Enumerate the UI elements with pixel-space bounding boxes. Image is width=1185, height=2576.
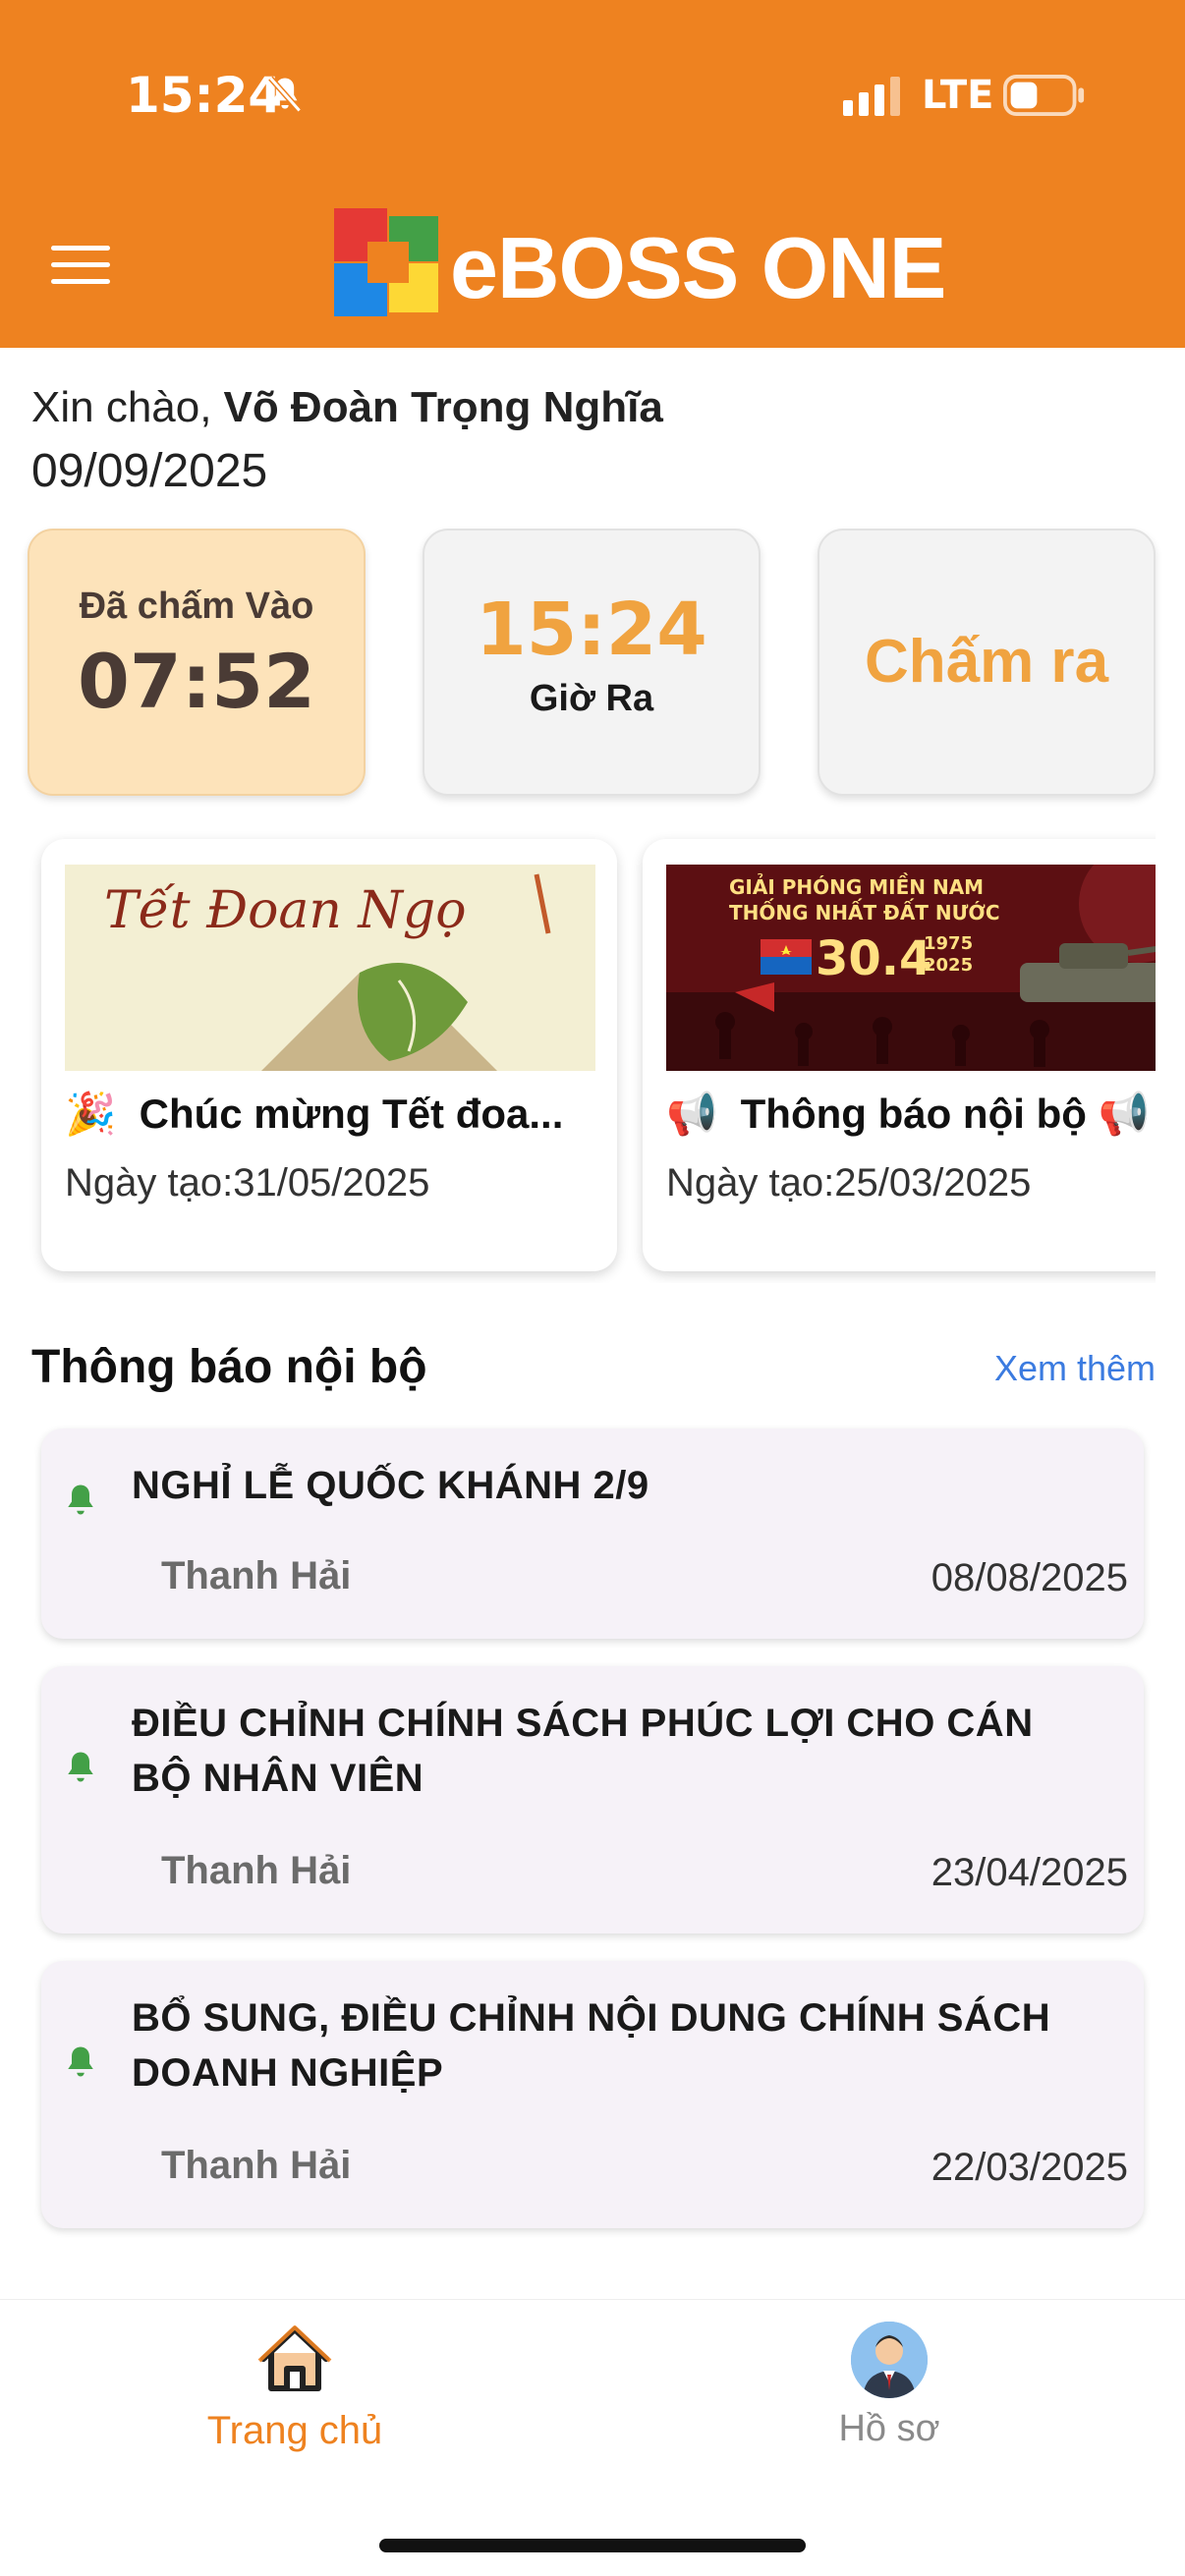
checkout-time-label: Giờ Ra: [529, 678, 654, 719]
checked-in-card: Đã chấm Vào 07:52: [28, 529, 366, 796]
notice-date: 23/04/2025: [931, 1851, 1128, 1894]
nav-profile[interactable]: Hồ sơ: [776, 2320, 1002, 2477]
news-card[interactable]: Tết Đoan Ngọ 🎉 Chúc mừng Tết đoa... Ngày…: [41, 839, 617, 1271]
app-header: 15:24 LTE eBOSS ONE: [0, 0, 1185, 348]
status-time: 15:24: [126, 67, 283, 124]
news-image: GIẢI PHÓNG MIỀN NAM THỐNG NHẤT ĐẤT NƯỚC …: [666, 865, 1156, 1071]
battery-icon: [1003, 75, 1085, 116]
news-image: Tết Đoan Ngọ: [65, 865, 595, 1071]
notice-item[interactable]: BỔ SUNG, ĐIỀU CHỈNH NỘI DUNG CHÍNH SÁCH …: [41, 1961, 1144, 2228]
party-icon: 🎉: [65, 1091, 117, 1137]
checked-in-label: Đã chấm Vào: [79, 586, 314, 627]
svg-text:2025: 2025: [924, 955, 973, 976]
network-label: LTE: [922, 73, 994, 118]
news-title-text: Chúc mừng Tết đoa...: [139, 1091, 564, 1137]
news-carousel[interactable]: Tết Đoan Ngọ 🎉 Chúc mừng Tết đoa... Ngày…: [0, 831, 1156, 1283]
notice-item[interactable]: ĐIỀU CHỈNH CHÍNH SÁCH PHÚC LỢI CHO CÁN B…: [41, 1666, 1144, 1933]
hamburger-line: [51, 279, 110, 284]
svg-text:GIẢI PHÓNG MIỀN NAM: GIẢI PHÓNG MIỀN NAM: [729, 873, 984, 899]
news-card[interactable]: GIẢI PHÓNG MIỀN NAM THỐNG NHẤT ĐẤT NƯỚC …: [643, 839, 1156, 1271]
home-icon: [257, 2325, 332, 2391]
nav-home-label: Trang chủ: [206, 2409, 383, 2452]
checkout-label: Chấm ra: [864, 628, 1109, 696]
app-logo-icon: [334, 208, 438, 316]
avatar: [851, 2322, 928, 2398]
notice-author: Thanh Hải: [161, 1554, 352, 1597]
svg-text:THỐNG NHẤT ĐẤT NƯỚC: THỐNG NHẤT ĐẤT NƯỚC: [729, 899, 1000, 924]
svg-text:30.4: 30.4: [816, 931, 931, 986]
notice-date: 22/03/2025: [931, 2146, 1128, 2189]
see-more-link[interactable]: Xem thêm: [994, 1348, 1156, 1389]
nav-profile-label: Hồ sơ: [838, 2408, 940, 2449]
user-avatar-icon: [851, 2322, 928, 2398]
notice-author: Thanh Hải: [161, 1849, 352, 1892]
menu-button[interactable]: [51, 246, 110, 289]
current-time-card: 15:24 Giờ Ra: [423, 529, 761, 796]
checked-in-time: 07:52: [78, 638, 315, 725]
bell-slash-icon: [268, 76, 302, 113]
notice-date: 08/08/2025: [931, 1556, 1128, 1599]
greeting: Xin chào, Võ Đoàn Trọng Nghĩa: [31, 383, 663, 432]
hamburger-line: [51, 262, 110, 267]
nav-home[interactable]: Trang chủ: [167, 2320, 423, 2477]
user-name: Võ Đoàn Trọng Nghĩa: [223, 383, 663, 431]
bell-icon: [68, 1484, 93, 1515]
news-date: Ngày tạo:25/03/2025: [666, 1161, 1032, 1204]
current-date: 09/09/2025: [31, 445, 268, 497]
app-title: eBOSS ONE: [450, 219, 946, 316]
checkout-button[interactable]: Chấm ra: [818, 529, 1156, 796]
megaphone-icon: 📢: [666, 1091, 718, 1137]
svg-text:Tết Đoan Ngọ: Tết Đoan Ngọ: [104, 881, 467, 940]
current-time: 15:24: [476, 588, 707, 672]
notice-title: ĐIỀU CHỈNH CHÍNH SÁCH PHÚC LỢI CHO CÁN B…: [132, 1702, 1034, 1800]
notice-item[interactable]: NGHỈ LỄ QUỐC KHÁNH 2/9 Thanh Hải 08/08/2…: [41, 1428, 1144, 1639]
news-title-text: Thông báo nội bộ 📢: [740, 1091, 1150, 1137]
notice-title: NGHỈ LỄ QUỐC KHÁNH 2/9: [132, 1464, 649, 1507]
bell-icon: [68, 1752, 93, 1782]
bottom-navigation: Trang chủ Hồ sơ: [0, 2299, 1185, 2576]
bell-icon: [68, 2046, 93, 2077]
section-title: Thông báo nội bộ: [31, 1341, 427, 1393]
news-date: Ngày tạo:31/05/2025: [65, 1161, 430, 1204]
hamburger-icon: [51, 246, 110, 251]
greeting-label: Xin chào,: [31, 383, 212, 431]
signal-icon: [843, 77, 900, 116]
svg-text:1975: 1975: [924, 933, 973, 954]
news-title: 🎉 Chúc mừng Tết đoa...: [65, 1091, 615, 1139]
home-indicator: [379, 2539, 806, 2552]
notice-title: BỔ SUNG, ĐIỀU CHỈNH NỘI DUNG CHÍNH SÁCH …: [132, 1996, 1051, 2095]
notice-author: Thanh Hải: [161, 2144, 352, 2187]
news-title: 📢 Thông báo nội bộ 📢: [666, 1091, 1156, 1139]
